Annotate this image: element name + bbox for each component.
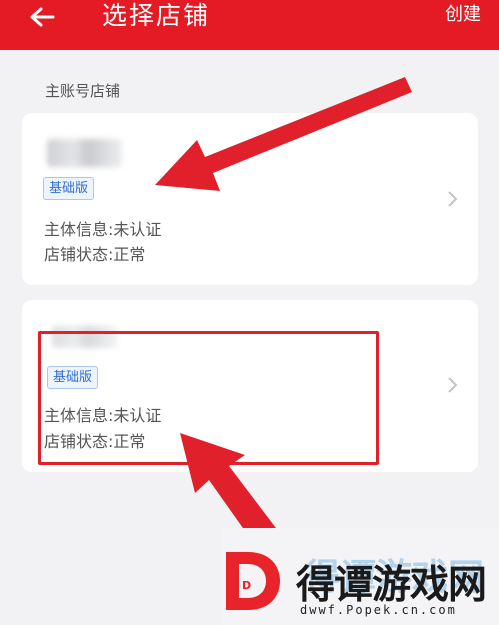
svg-text:D: D xyxy=(242,579,251,592)
watermark-site-name: 得谭游戏网 xyxy=(296,563,487,608)
arrow-pointer-icon xyxy=(155,77,412,191)
watermark-url: dwwf.Popek.cn.com xyxy=(300,603,457,617)
watermark: D 得谭游戏网 得谭游戏网 dwwf.Popek.cn.com xyxy=(222,528,499,625)
site-logo-icon: D xyxy=(222,546,286,616)
